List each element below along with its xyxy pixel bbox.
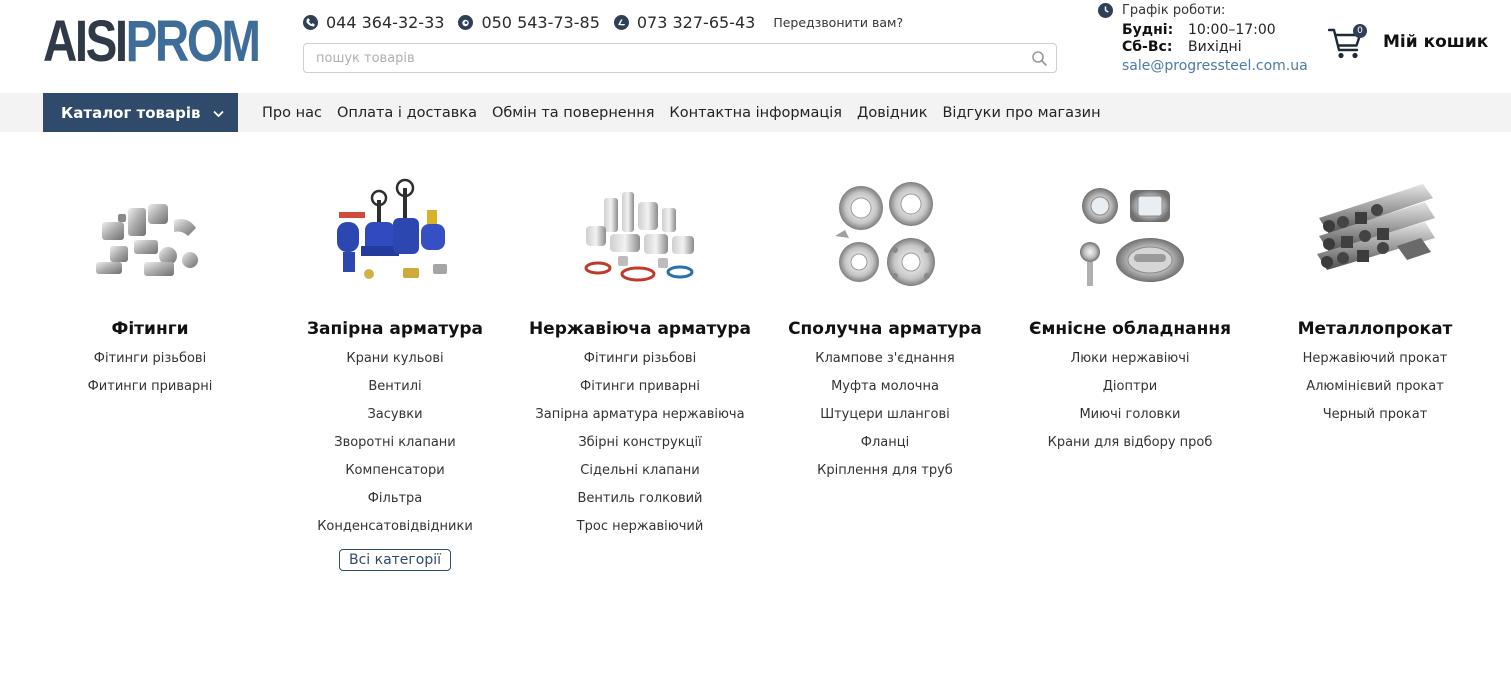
phone-icon bbox=[303, 14, 318, 30]
subcategory-link[interactable]: Вентиль голковий bbox=[515, 489, 765, 509]
category-image-connecting[interactable] bbox=[823, 178, 947, 292]
category-image-metal-products[interactable] bbox=[1313, 178, 1437, 292]
phone-number: 073 327-65-43 bbox=[636, 12, 756, 32]
cart-button[interactable]: 0 Мій кошик bbox=[1327, 24, 1489, 60]
subcategory-link[interactable]: Алюмінієвий прокат bbox=[1250, 377, 1500, 397]
chevron-down-icon bbox=[212, 106, 225, 124]
main-navigation: Каталог товарів Про нас Оплата і доставк… bbox=[0, 93, 1511, 132]
subcategory-link[interactable]: Компенсатори bbox=[270, 461, 520, 481]
subcategory-link[interactable]: Муфта молочна bbox=[760, 377, 1010, 397]
lifecell-icon bbox=[613, 14, 629, 30]
category-title[interactable]: Металлопрокат bbox=[1250, 318, 1500, 341]
nav-link-reference[interactable]: Довідник bbox=[857, 105, 927, 121]
vodafone-icon bbox=[458, 14, 474, 30]
subcategory-link[interactable]: Миючі головки bbox=[1005, 405, 1255, 425]
subcategory-link[interactable]: Нержавіючий прокат bbox=[1250, 349, 1500, 369]
category-title[interactable]: Фітинги bbox=[25, 318, 275, 341]
subcategory-link[interactable]: Крани для відбору проб bbox=[1005, 433, 1255, 453]
site-logo[interactable]: AISI PROM bbox=[43, 9, 261, 74]
category-column: Сполучна арматура Клампове з'єднання Муф… bbox=[760, 178, 1010, 481]
subcategory-link[interactable]: Конденсатовідвідники bbox=[270, 517, 520, 537]
cart-label: Мій кошик bbox=[1383, 32, 1489, 52]
subcategory-link[interactable]: Штуцери шлангові bbox=[760, 405, 1010, 425]
nav-links: Про нас Оплата і доставка Обмін та повер… bbox=[262, 93, 1116, 132]
schedule-weekend: Сб-Вс: Вихідні bbox=[1122, 39, 1242, 55]
nav-link-payment-delivery[interactable]: Оплата і доставка bbox=[337, 105, 477, 121]
search-input[interactable] bbox=[304, 44, 1056, 72]
nav-link-about[interactable]: Про нас bbox=[262, 105, 322, 121]
catalog-button[interactable]: Каталог товарів bbox=[43, 93, 238, 132]
subcategory-link[interactable]: Збірні конструкції bbox=[515, 433, 765, 453]
subcategory-link[interactable]: Сідельні клапани bbox=[515, 461, 765, 481]
category-title[interactable]: Нержавіюча арматура bbox=[515, 318, 765, 341]
subcategory-link[interactable]: Фланці bbox=[760, 433, 1010, 453]
subcategory-link[interactable]: Фітинги різьбові bbox=[25, 349, 275, 369]
subcategory-link[interactable]: Запірна арматура нержавіюча bbox=[515, 405, 765, 425]
category-column: Металлопрокат Нержавіючий прокат Алюміні… bbox=[1250, 178, 1500, 425]
schedule-weekdays: Будні: 10:00–17:00 bbox=[1122, 22, 1276, 38]
schedule-title: Графік роботи: bbox=[1122, 3, 1226, 18]
logo-part-2: PROM bbox=[125, 9, 261, 74]
category-column: Ємнісне обладнання Люки нержавіючі Діопт… bbox=[1005, 178, 1255, 453]
phone-vodafone[interactable]: 050 543-73-85 bbox=[458, 12, 600, 32]
subcategory-link[interactable]: Фільтра bbox=[270, 489, 520, 509]
phone-kyivstar[interactable]: 044 364-32-33 bbox=[303, 13, 444, 32]
catalog-label: Каталог товарів bbox=[61, 103, 201, 122]
category-image-stainless[interactable] bbox=[578, 178, 702, 292]
clock-icon bbox=[1098, 3, 1113, 18]
phone-number: 044 364-32-33 bbox=[326, 12, 445, 32]
category-column: Нержавіюча арматура Фітинги різьбові Фіт… bbox=[515, 178, 765, 537]
subcategory-link[interactable]: Фітинги приварні bbox=[515, 377, 765, 397]
email-link[interactable]: sale@progressteel.com.ua bbox=[1122, 58, 1308, 74]
subcategory-link[interactable]: Зворотні клапани bbox=[270, 433, 520, 453]
subcategory-link[interactable]: Фітинги різьбові bbox=[515, 349, 765, 369]
phone-number: 050 543-73-85 bbox=[481, 12, 600, 32]
logo-part-1: AISI bbox=[43, 9, 128, 74]
category-title[interactable]: Сполучна арматура bbox=[760, 318, 1010, 341]
nav-link-returns[interactable]: Обмін та повернення bbox=[492, 105, 654, 121]
category-image-tank-equipment[interactable] bbox=[1068, 178, 1192, 292]
nav-link-reviews[interactable]: Відгуки про магазин bbox=[942, 105, 1100, 121]
subcategory-link[interactable]: Діоптри bbox=[1005, 377, 1255, 397]
cart-icon: 0 bbox=[1327, 24, 1367, 60]
category-title[interactable]: Ємнісне обладнання bbox=[1005, 318, 1255, 341]
subcategory-link[interactable]: Крани кульові bbox=[270, 349, 520, 369]
subcategory-link[interactable]: Трос нержавіючий bbox=[515, 517, 765, 537]
category-column: Запірна арматура Крани кульові Вентилі З… bbox=[270, 178, 520, 571]
category-title[interactable]: Запірна арматура bbox=[270, 318, 520, 341]
category-column: Фітинги Фітинги різьбові Фитинги приварн… bbox=[25, 178, 275, 397]
subcategory-link[interactable]: Клампове з'єднання bbox=[760, 349, 1010, 369]
nav-link-contacts[interactable]: Контактна інформація bbox=[669, 105, 842, 121]
search-icon[interactable] bbox=[1031, 50, 1048, 71]
phone-list: 044 364-32-33 050 543-73-85 073 327-65-4… bbox=[303, 11, 903, 33]
subcategory-link[interactable]: Фитинги приварні bbox=[25, 377, 275, 397]
all-categories-button[interactable]: Всі категорії bbox=[338, 549, 452, 571]
category-image-valves[interactable] bbox=[333, 178, 457, 292]
subcategory-link[interactable]: Люки нержавіючі bbox=[1005, 349, 1255, 369]
work-schedule: Графік роботи: Будні: 10:00–17:00 Сб-Вс:… bbox=[1098, 3, 1308, 74]
category-image-fittings[interactable] bbox=[88, 178, 212, 292]
callback-link[interactable]: Передзвонити вам? bbox=[773, 15, 903, 30]
subcategory-link[interactable]: Засувки bbox=[270, 405, 520, 425]
search-box bbox=[303, 43, 1057, 73]
phone-lifecell[interactable]: 073 327-65-43 bbox=[613, 12, 756, 32]
subcategory-link[interactable]: Кріплення для труб bbox=[760, 461, 1010, 481]
subcategory-link[interactable]: Вентилі bbox=[270, 377, 520, 397]
cart-count-badge: 0 bbox=[1353, 24, 1367, 38]
subcategory-link[interactable]: Черный прокат bbox=[1250, 405, 1500, 425]
